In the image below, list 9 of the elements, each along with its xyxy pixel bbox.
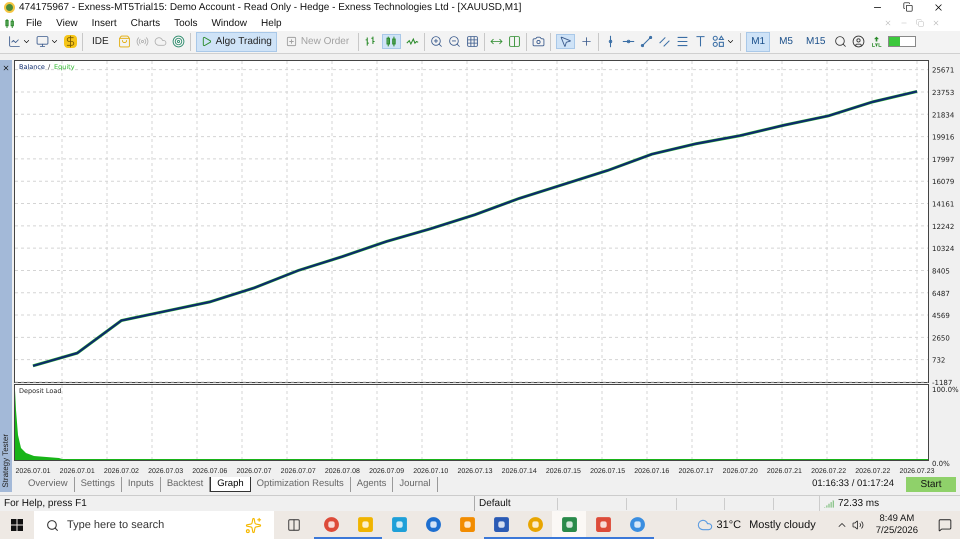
panel-title: Strategy Tester — [0, 434, 11, 488]
clock-date: 7/25/2026 — [876, 525, 918, 537]
clock-time: 8:49 AM — [879, 513, 914, 525]
weather-condition: Mostly cloudy — [749, 518, 816, 533]
window-title: 474175967 - Exness-MT5Trial15: Demo Account - Read Only - Hedge - Exness Technologies Ltd - [XAUUSD,M1] — [19, 1, 522, 16]
temperature: 31°C — [716, 518, 742, 533]
tester-time: 01:16:33 / 01:17:24 — [812, 476, 894, 491]
ping-text: 72.33 ms — [838, 497, 880, 511]
status-text: For Help, press F1 — [3, 497, 88, 511]
